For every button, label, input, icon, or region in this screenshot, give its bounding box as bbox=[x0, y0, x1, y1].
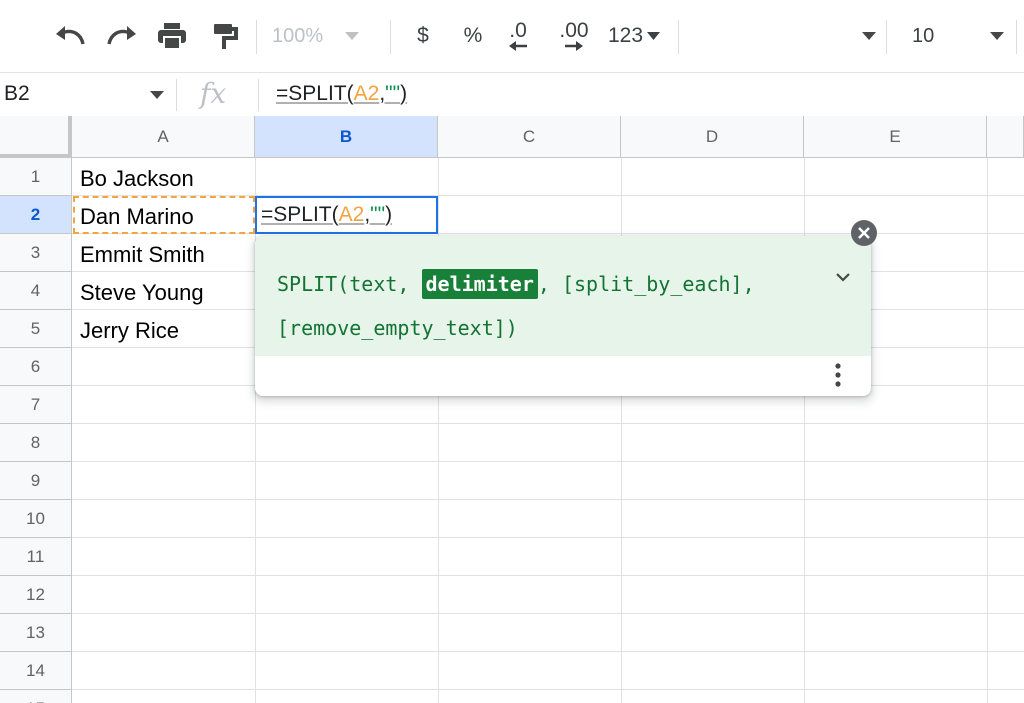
signature-start: SPLIT(text, bbox=[277, 272, 422, 296]
function-signature-panel[interactable]: SPLIT(text, delimiter, [split_by_each], [… bbox=[255, 236, 871, 356]
function-help-tooltip: SPLIT(text, delimiter, [split_by_each], [… bbox=[255, 236, 871, 396]
print-icon bbox=[158, 23, 186, 50]
chevron-down-icon[interactable] bbox=[835, 272, 851, 282]
grid-line bbox=[72, 689, 1024, 690]
cell-b2-editor[interactable]: =SPLIT(A2,"") bbox=[255, 196, 438, 234]
function-signature: SPLIT(text, delimiter, [split_by_each], [… bbox=[277, 262, 817, 350]
zoom-select[interactable]: 100% bbox=[272, 14, 380, 58]
toolbar-separator bbox=[678, 20, 679, 54]
row-header[interactable]: 3 bbox=[0, 234, 72, 272]
formula-prefix: =SPLIT( bbox=[261, 203, 339, 226]
row-header[interactable]: 7 bbox=[0, 386, 72, 424]
column-header-d[interactable]: D bbox=[621, 116, 804, 158]
undo-icon bbox=[56, 26, 85, 45]
currency-label: $ bbox=[417, 24, 429, 47]
chevron-down-icon[interactable] bbox=[150, 91, 164, 99]
font-family-select[interactable] bbox=[690, 14, 876, 58]
grid-line bbox=[72, 499, 1024, 500]
grid-line bbox=[72, 651, 1024, 652]
row-header[interactable]: 12 bbox=[0, 576, 72, 614]
more-formats-button[interactable]: 123 bbox=[602, 14, 666, 58]
fx-icon: fx bbox=[200, 77, 227, 110]
undo-button[interactable] bbox=[50, 14, 90, 58]
formula-string: "" bbox=[385, 82, 401, 105]
close-icon bbox=[858, 227, 870, 239]
arrow-right-icon bbox=[565, 41, 583, 51]
formula-prefix: =SPLIT( bbox=[276, 82, 354, 105]
row-header[interactable]: 9 bbox=[0, 462, 72, 500]
cell-a1[interactable]: Bo Jackson bbox=[80, 166, 194, 192]
formula-bar-separator bbox=[258, 79, 259, 111]
row-header[interactable]: 14 bbox=[0, 652, 72, 690]
increase-decimal-label: .00 bbox=[559, 19, 589, 42]
formula-suffix: ) bbox=[385, 203, 393, 226]
chevron-down-icon bbox=[990, 32, 1004, 40]
column-header-e[interactable]: E bbox=[804, 116, 987, 158]
formula-input[interactable]: =SPLIT(A2,"") bbox=[276, 82, 407, 106]
row-header[interactable]: 5 bbox=[0, 310, 72, 348]
zoom-value: 100% bbox=[272, 24, 324, 47]
cell-a5[interactable]: Jerry Rice bbox=[80, 318, 179, 344]
arrow-left-icon bbox=[509, 41, 527, 51]
grid-line bbox=[72, 613, 1024, 614]
row-header[interactable]: 10 bbox=[0, 500, 72, 538]
row-header[interactable]: 2 bbox=[0, 196, 72, 234]
paint-format-button[interactable] bbox=[204, 14, 244, 58]
paint-format-icon bbox=[214, 24, 238, 49]
formula-suffix: ) bbox=[400, 82, 408, 105]
select-all-corner[interactable] bbox=[0, 116, 72, 158]
decrease-decimal-label: .0 bbox=[509, 19, 527, 42]
toolbar-separator bbox=[886, 20, 887, 54]
referenced-cell-border bbox=[73, 196, 255, 234]
chevron-down-icon bbox=[345, 32, 360, 40]
toolbar-separator bbox=[390, 20, 391, 54]
name-box[interactable]: B2 bbox=[4, 82, 30, 106]
row-header[interactable]: 6 bbox=[0, 348, 72, 386]
formula-ref: A2 bbox=[338, 203, 365, 226]
font-size-value: 10 bbox=[912, 24, 935, 47]
font-size-select[interactable]: 10 bbox=[900, 14, 1004, 58]
grid-line bbox=[72, 461, 1024, 462]
cell-a3[interactable]: Emmit Smith bbox=[80, 242, 205, 268]
close-tooltip-button[interactable] bbox=[851, 220, 877, 246]
cell-a4[interactable]: Steve Young bbox=[80, 280, 204, 306]
row-header[interactable]: 13 bbox=[0, 614, 72, 652]
decrease-decimal-button[interactable]: .0 bbox=[500, 14, 536, 58]
signature-end: [remove_empty_text]) bbox=[277, 316, 518, 340]
formula-bar: B2 fx =SPLIT(A2,"") bbox=[0, 72, 1024, 117]
more-vert-icon[interactable] bbox=[833, 362, 843, 388]
row-header[interactable]: 8 bbox=[0, 424, 72, 462]
formula-ref: A2 bbox=[353, 82, 380, 105]
signature-middle: , [split_by_each], bbox=[537, 272, 755, 296]
toolbar-separator bbox=[1016, 20, 1017, 54]
redo-button[interactable] bbox=[102, 14, 142, 58]
format-currency-button[interactable]: $ bbox=[406, 14, 440, 58]
grid-line bbox=[72, 423, 1024, 424]
formula-string: "" bbox=[370, 203, 386, 226]
grid-line bbox=[987, 158, 988, 703]
row-header[interactable]: 15 bbox=[0, 690, 72, 703]
increase-decimal-button[interactable]: .00 bbox=[552, 14, 596, 58]
toolbar-separator bbox=[256, 20, 257, 54]
column-header-b[interactable]: B bbox=[255, 116, 438, 158]
grid-line bbox=[72, 537, 1024, 538]
redo-icon bbox=[107, 26, 136, 45]
format-percent-button[interactable]: % bbox=[456, 14, 490, 58]
more-formats-label: 123 bbox=[607, 24, 644, 47]
toolbar: 100% $ % .0 .00 123 10 bbox=[0, 0, 1024, 72]
grid-line bbox=[72, 575, 1024, 576]
print-button[interactable] bbox=[152, 14, 192, 58]
percent-label: % bbox=[463, 24, 483, 47]
chevron-down-icon bbox=[647, 32, 661, 40]
chevron-down-icon bbox=[862, 32, 876, 40]
column-header-a[interactable]: A bbox=[72, 116, 255, 158]
row-header[interactable]: 4 bbox=[0, 272, 72, 310]
row-header[interactable]: 11 bbox=[0, 538, 72, 576]
active-argument: delimiter bbox=[421, 269, 538, 299]
column-header-c[interactable]: C bbox=[438, 116, 621, 158]
column-header-f[interactable] bbox=[987, 116, 1024, 158]
row-header[interactable]: 1 bbox=[0, 158, 72, 196]
formula-bar-separator bbox=[176, 79, 177, 111]
